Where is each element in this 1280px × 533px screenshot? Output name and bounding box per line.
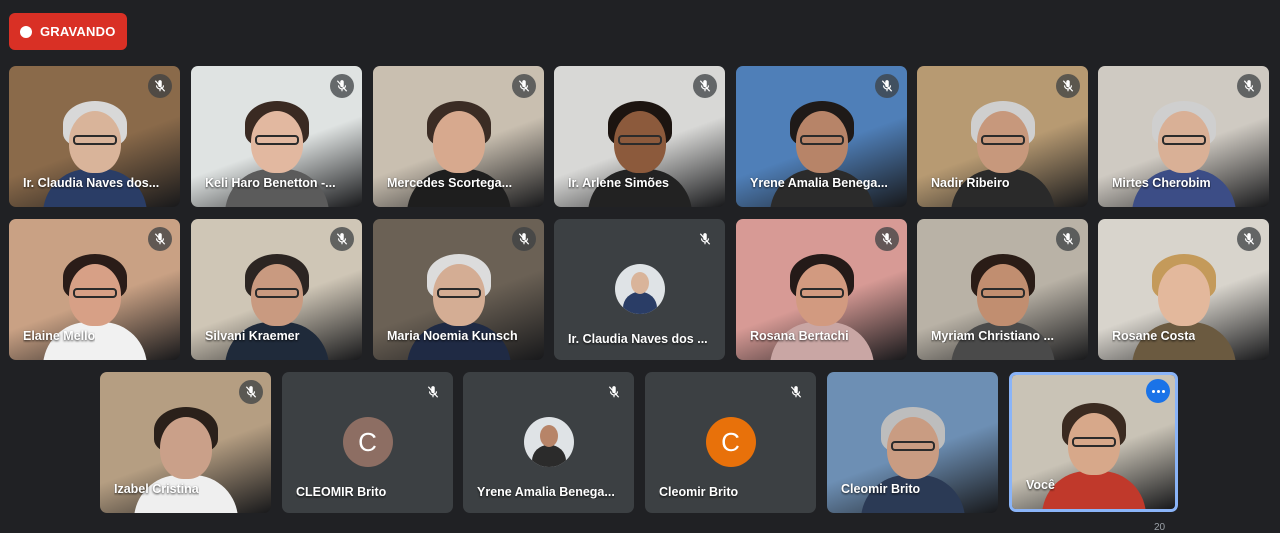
participant-name: Silvani Kraemer	[205, 329, 300, 343]
mic-off-icon	[512, 74, 536, 98]
more-options-button[interactable]	[1146, 379, 1170, 403]
mic-off-icon	[1056, 74, 1080, 98]
participant-tile[interactable]: Rosana Bertachi	[736, 219, 907, 360]
mic-off-icon	[693, 227, 717, 251]
participant-count[interactable]: 20	[1154, 522, 1165, 533]
participant-name: Myriam Christiano ...	[931, 329, 1054, 343]
participant-name: Rosana Bertachi	[750, 329, 849, 343]
mic-off-icon	[421, 380, 445, 404]
participant-video-figure	[1034, 397, 1154, 509]
participant-video-figure	[762, 95, 882, 207]
participant-tile[interactable]: Nadir Ribeiro	[917, 66, 1088, 207]
participant-name: Você	[1026, 478, 1055, 492]
participant-name: Ir. Arlene Simões	[568, 176, 669, 190]
participant-name: Mercedes Scortega...	[387, 176, 513, 190]
mic-off-icon	[693, 74, 717, 98]
participant-video-figure	[126, 401, 246, 513]
participant-name: Cleomir Brito	[659, 485, 739, 499]
mic-off-icon	[239, 380, 263, 404]
self-video-tile[interactable]: Você	[1009, 372, 1178, 512]
participant-name: Elaine Mello	[23, 329, 96, 343]
participant-tile[interactable]: Ir. Arlene Simões	[554, 66, 725, 207]
participant-tile[interactable]: C CLEOMIR Brito	[282, 372, 453, 513]
mic-off-icon	[1056, 227, 1080, 251]
mic-off-icon	[148, 74, 172, 98]
participant-tile[interactable]: Myriam Christiano ...	[917, 219, 1088, 360]
mic-off-icon	[1237, 74, 1261, 98]
participant-tile[interactable]: Silvani Kraemer	[191, 219, 362, 360]
participant-tile[interactable]: Elaine Mello	[9, 219, 180, 360]
participant-tile[interactable]: Maria Noemia Kunsch	[373, 219, 544, 360]
participant-name: Ir. Claudia Naves dos ...	[568, 332, 708, 346]
participant-video-figure	[217, 95, 337, 207]
participant-video-figure	[35, 248, 155, 360]
participant-name: Keli Haro Benetton -...	[205, 176, 336, 190]
participant-tile[interactable]: Yrene Amalia Benega...	[736, 66, 907, 207]
participant-video-figure	[35, 95, 155, 207]
participant-name: Yrene Amalia Benega...	[750, 176, 888, 190]
recording-badge: GRAVANDO	[9, 13, 127, 50]
participant-tile[interactable]: Mirtes Cherobim	[1098, 66, 1269, 207]
mic-off-icon	[875, 227, 899, 251]
participant-tile[interactable]: Mercedes Scortega...	[373, 66, 544, 207]
participant-name: Maria Noemia Kunsch	[387, 329, 518, 343]
participant-name: Nadir Ribeiro	[931, 176, 1010, 190]
participant-tile[interactable]: Keli Haro Benetton -...	[191, 66, 362, 207]
mic-off-icon	[875, 74, 899, 98]
record-dot-icon	[20, 25, 32, 38]
participant-video-figure	[580, 95, 700, 207]
participant-video-figure	[399, 248, 519, 360]
participant-tile[interactable]: Ir. Claudia Naves dos...	[9, 66, 180, 207]
participant-video-figure	[1124, 248, 1244, 360]
mic-off-icon	[512, 227, 536, 251]
participant-tile[interactable]: Yrene Amalia Benega...	[463, 372, 634, 513]
participant-video-figure	[853, 401, 973, 513]
mic-off-icon	[330, 74, 354, 98]
participant-name: Izabel Cristina	[114, 482, 199, 496]
participant-video-figure	[399, 95, 519, 207]
mic-off-icon	[784, 380, 808, 404]
avatar-initial: C	[705, 417, 756, 467]
participant-video-figure	[1124, 95, 1244, 207]
participant-tile[interactable]: Ir. Claudia Naves dos ...	[554, 219, 725, 360]
participant-name: Mirtes Cherobim	[1112, 176, 1211, 190]
avatar-photo	[614, 264, 665, 314]
participant-tile[interactable]: Rosane Costa	[1098, 219, 1269, 360]
participant-name: Yrene Amalia Benega...	[477, 485, 615, 499]
mic-off-icon	[330, 227, 354, 251]
avatar-initial: C	[342, 417, 393, 467]
recording-label: GRAVANDO	[40, 24, 116, 39]
mic-off-icon	[1237, 227, 1261, 251]
participant-video-figure	[217, 248, 337, 360]
participant-name: Ir. Claudia Naves dos...	[23, 176, 160, 190]
participant-video-figure	[943, 248, 1063, 360]
avatar-photo	[523, 417, 574, 467]
mic-off-icon	[148, 227, 172, 251]
participant-name: Rosane Costa	[1112, 329, 1196, 343]
participant-tile[interactable]: C Cleomir Brito	[645, 372, 816, 513]
mic-off-icon	[602, 380, 626, 404]
participant-video-figure	[762, 248, 882, 360]
participant-tile[interactable]: Izabel Cristina	[100, 372, 271, 513]
participant-name: CLEOMIR Brito	[296, 485, 387, 499]
participant-name: Cleomir Brito	[841, 482, 921, 496]
participant-video-figure	[943, 95, 1063, 207]
participant-tile[interactable]: Cleomir Brito	[827, 372, 998, 513]
